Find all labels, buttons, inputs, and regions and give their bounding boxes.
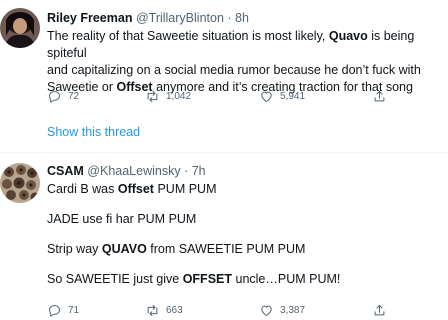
timestamp[interactable]: 7h: [192, 164, 206, 178]
avatar[interactable]: [0, 163, 40, 203]
share-icon: [374, 91, 385, 102]
display-name[interactable]: Riley Freeman: [47, 11, 132, 25]
retweet-count: 1,042: [166, 91, 192, 102]
reply-count: 72: [68, 91, 80, 102]
like-count: 5,941: [280, 91, 306, 102]
heart-icon: [261, 305, 272, 316]
retweet-button[interactable]: 663: [145, 303, 183, 318]
tweet-text-bold: QUAVO: [101, 242, 147, 256]
tweet-actions: 72 1,042 5,941: [47, 89, 407, 105]
timeline: Riley Freeman @TrillaryBlinton · 8h The …: [0, 0, 448, 320]
tweet-text: The reality of that Saweetie situation i…: [47, 28, 439, 96]
share-icon: [374, 305, 385, 316]
tweet-text-run: So SAWEETIE just give: [47, 272, 183, 286]
tweet-text-run: The reality of that Saweetie situation i…: [47, 29, 329, 43]
retweet-button[interactable]: 1,042: [145, 89, 191, 104]
tweet-header: Riley Freeman @TrillaryBlinton · 8h: [47, 11, 249, 25]
tweet-text-run: from SAWEETIE PUM PUM: [146, 242, 306, 256]
tweet-text-line: Strip way QUAVO from SAWEETIE PUM PUM: [47, 241, 439, 258]
display-name[interactable]: CSAM: [47, 164, 84, 178]
avatar[interactable]: [0, 8, 40, 48]
tweet-riley-freeman[interactable]: Riley Freeman @TrillaryBlinton · 8h The …: [0, 0, 448, 152]
reply-icon: [49, 305, 60, 317]
tweet-text-line: Cardi B was Offset PUM PUM: [47, 181, 439, 198]
like-button[interactable]: 3,387: [259, 303, 305, 318]
tweet-text-line: The reality of that Saweetie situation i…: [47, 28, 439, 62]
reply-count: 71: [68, 305, 80, 316]
heart-icon: [261, 91, 272, 102]
tweet-text-line: and capitalizing on a social media rumor…: [47, 62, 439, 79]
like-button[interactable]: 5,941: [259, 89, 305, 104]
tweet-text-bold: Offset: [117, 182, 154, 196]
tweet-text-run: and capitalizing on a social media rumor…: [47, 63, 421, 77]
tweet-text-run: uncle…PUM PUM!: [232, 272, 341, 286]
timestamp[interactable]: 8h: [235, 11, 249, 25]
share-button[interactable]: [372, 89, 387, 104]
tweet-text-line: So SAWEETIE just give OFFSET uncle…PUM P…: [47, 271, 439, 288]
show-thread-link[interactable]: Show this thread: [47, 125, 140, 139]
retweet-icon: [147, 91, 158, 102]
tweet-csam[interactable]: CSAM @KhaaLewinsky · 7h Cardi B was Offs…: [0, 153, 448, 320]
retweet-count: 663: [166, 305, 183, 316]
reply-icon: [49, 91, 60, 103]
tweet-actions: 71 663 3,387: [47, 303, 407, 319]
handle[interactable]: @TrillaryBlinton: [136, 11, 224, 25]
tweet-text-line: JADE use fi har PUM PUM: [47, 211, 439, 228]
reply-button[interactable]: 72: [47, 89, 79, 104]
tweet-text: Cardi B was Offset PUM PUM JADE use fi ha…: [47, 181, 439, 288]
handle[interactable]: @KhaaLewinsky: [87, 164, 180, 178]
tweet-text-run: JADE use fi har PUM PUM: [47, 212, 197, 226]
share-button[interactable]: [372, 303, 387, 318]
tweet-text-bold: Quavo: [328, 29, 368, 43]
tweet-text-run: PUM PUM: [153, 182, 217, 196]
tweet-text-run: Strip way: [47, 242, 102, 256]
tweet-text-bold: OFFSET: [182, 272, 233, 286]
reply-button[interactable]: 71: [47, 303, 79, 318]
retweet-icon: [147, 305, 158, 316]
like-count: 3,387: [280, 305, 306, 316]
tweet-header: CSAM @KhaaLewinsky · 7h: [47, 164, 206, 178]
tweet-text-run: Cardi B was: [47, 182, 118, 196]
